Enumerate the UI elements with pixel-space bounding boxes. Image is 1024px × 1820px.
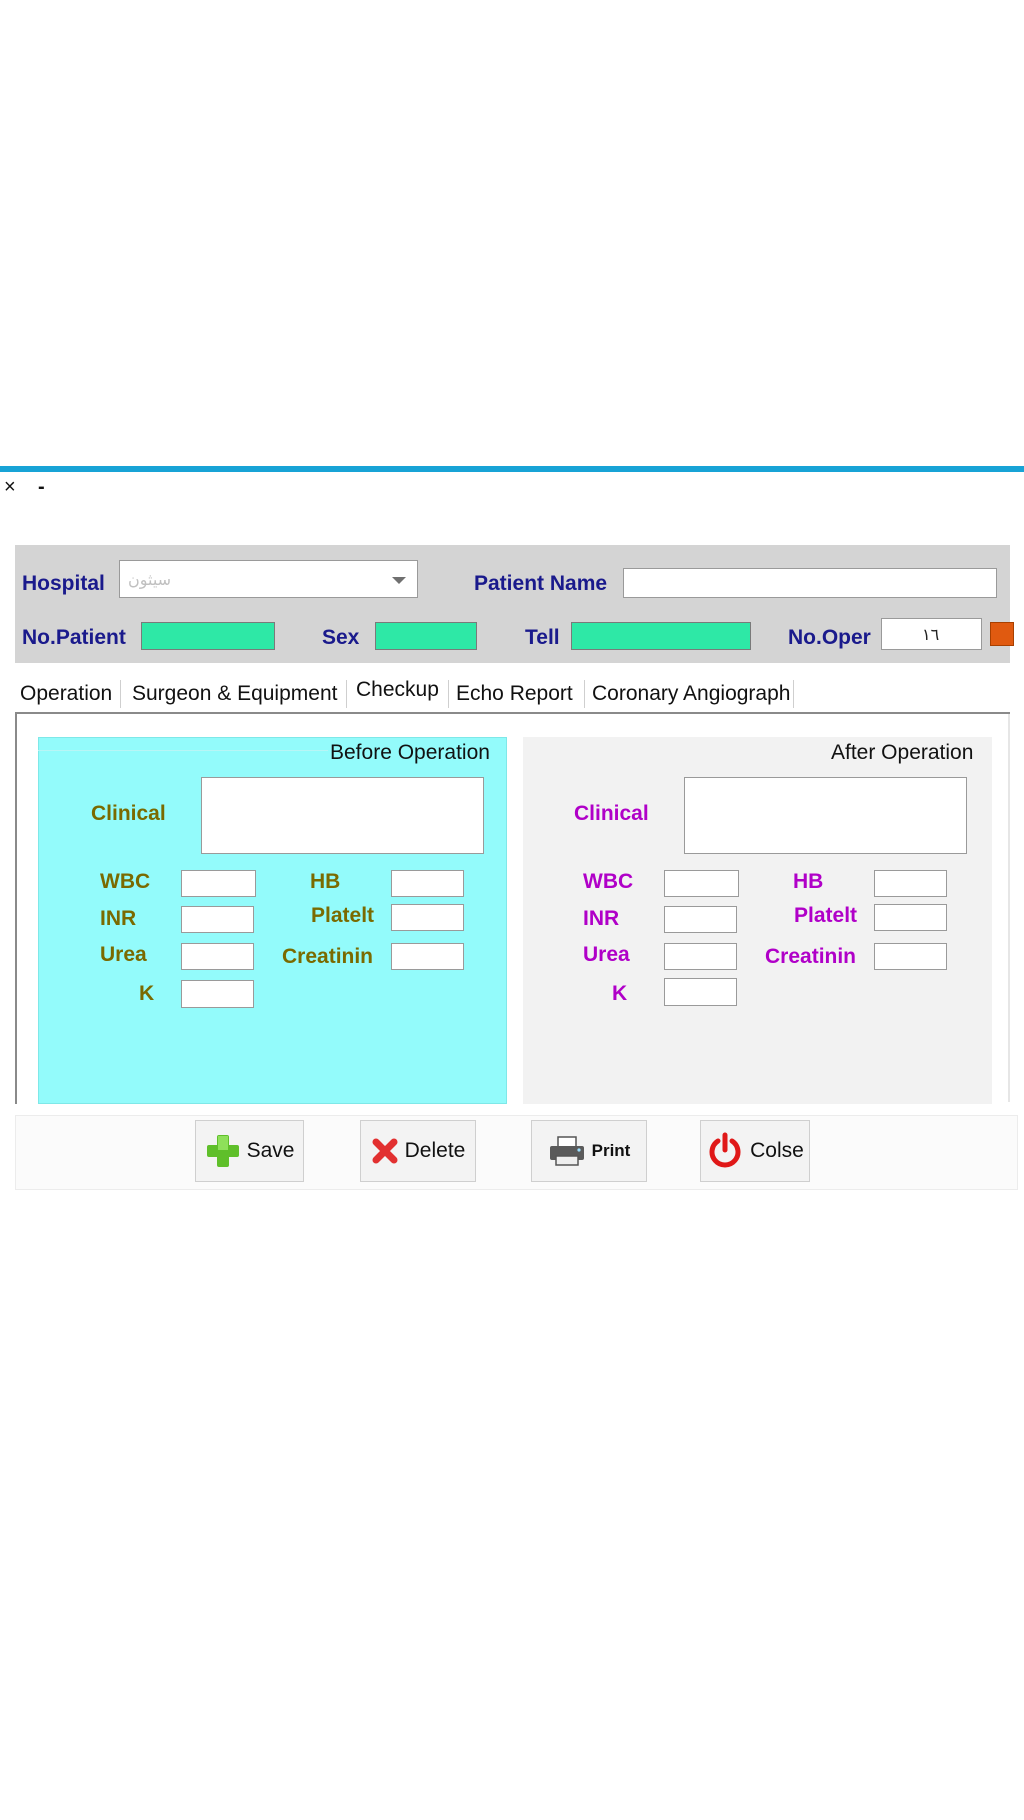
before-platelt-input[interactable] [391,904,464,931]
tab-separator [448,680,449,708]
tab-separator [584,680,585,708]
power-icon [709,1132,741,1168]
tab-coronary-angiograph[interactable]: Coronary Angiograph [592,682,790,706]
before-inr-label: INR [100,907,137,930]
sex-label: Sex [322,626,360,649]
tab-page-left-border [15,712,17,1104]
before-hb-input[interactable] [391,870,464,897]
chevron-down-icon[interactable] [392,577,406,584]
tab-separator [346,680,347,708]
after-platelt-label: Platelt [794,904,858,927]
delete-button[interactable]: Delete [360,1120,476,1182]
hospital-dropdown-value: سيثون [128,572,172,589]
tab-page-right-border [1008,714,1010,1102]
tab-operation[interactable]: Operation [20,682,112,706]
after-clinical-input[interactable] [684,777,967,854]
tab-separator [120,680,121,708]
window-top-bar [0,466,1024,472]
print-button-label: Print [591,1141,631,1160]
no-oper-value: ١٦ [922,627,940,644]
save-button-label: Save [246,1139,295,1162]
delete-button-label: Delete [404,1139,466,1162]
tab-surgeon-equipment[interactable]: Surgeon & Equipment [132,682,337,706]
before-k-input[interactable] [181,980,254,1008]
before-hb-label: HB [310,870,341,893]
tab-page-top-border [15,712,1010,714]
close-window-button[interactable]: × [4,476,16,499]
tab-checkup[interactable]: Checkup [356,678,439,702]
sex-field[interactable] [375,622,477,650]
action-button-bar [15,1115,1018,1190]
before-wbc-input[interactable] [181,870,256,897]
after-creatinin-label: Creatinin [765,945,857,968]
no-patient-label: No.Patient [22,626,126,649]
hospital-dropdown[interactable]: سيثون [119,560,418,598]
tell-field[interactable] [571,622,751,650]
before-clinical-label: Clinical [91,802,166,825]
before-operation-title: Before Operation [330,741,490,764]
after-k-input[interactable] [664,978,737,1006]
patient-name-label: Patient Name [474,572,608,595]
before-creatinin-label: Creatinin [282,945,374,968]
minimize-window-button[interactable]: - [38,476,45,499]
tab-echo-report[interactable]: Echo Report [456,682,573,706]
close-button-label: Colse [750,1139,804,1162]
hospital-label: Hospital [22,572,105,595]
after-wbc-input[interactable] [664,870,739,897]
after-inr-label: INR [583,907,620,930]
after-hb-label: HB [793,870,824,893]
patient-name-input[interactable] [623,568,997,598]
tell-label: Tell [525,626,560,649]
plus-icon [206,1135,239,1167]
no-oper-label: No.Oper [788,626,871,649]
before-wbc-label: WBC [100,870,151,893]
after-hb-input[interactable] [874,870,947,897]
after-inr-input[interactable] [664,906,737,933]
after-creatinin-input[interactable] [874,943,947,970]
after-platelt-input[interactable] [874,904,947,931]
save-button[interactable]: Save [195,1120,304,1182]
after-clinical-label: Clinical [574,802,649,825]
before-creatinin-input[interactable] [391,943,464,970]
before-inr-input[interactable] [181,906,254,933]
before-clinical-input[interactable] [201,777,484,854]
after-wbc-label: WBC [583,870,634,893]
before-title-rule [38,750,328,751]
after-urea-label: Urea [583,943,630,966]
print-button[interactable]: Print [531,1120,647,1182]
before-urea-input[interactable] [181,943,254,970]
after-operation-title: After Operation [831,741,974,764]
before-k-label: K [139,982,155,1005]
no-oper-field[interactable]: ١٦ [881,618,982,650]
after-k-label: K [612,982,628,1005]
before-platelt-label: Platelt [311,904,375,927]
no-patient-field[interactable] [141,622,275,650]
before-urea-label: Urea [100,943,147,966]
tab-separator [793,680,794,708]
x-icon [372,1138,398,1164]
orange-indicator-button[interactable] [990,622,1014,646]
close-button[interactable]: Colse [700,1120,810,1182]
printer-icon [549,1136,584,1166]
after-urea-input[interactable] [664,943,737,970]
